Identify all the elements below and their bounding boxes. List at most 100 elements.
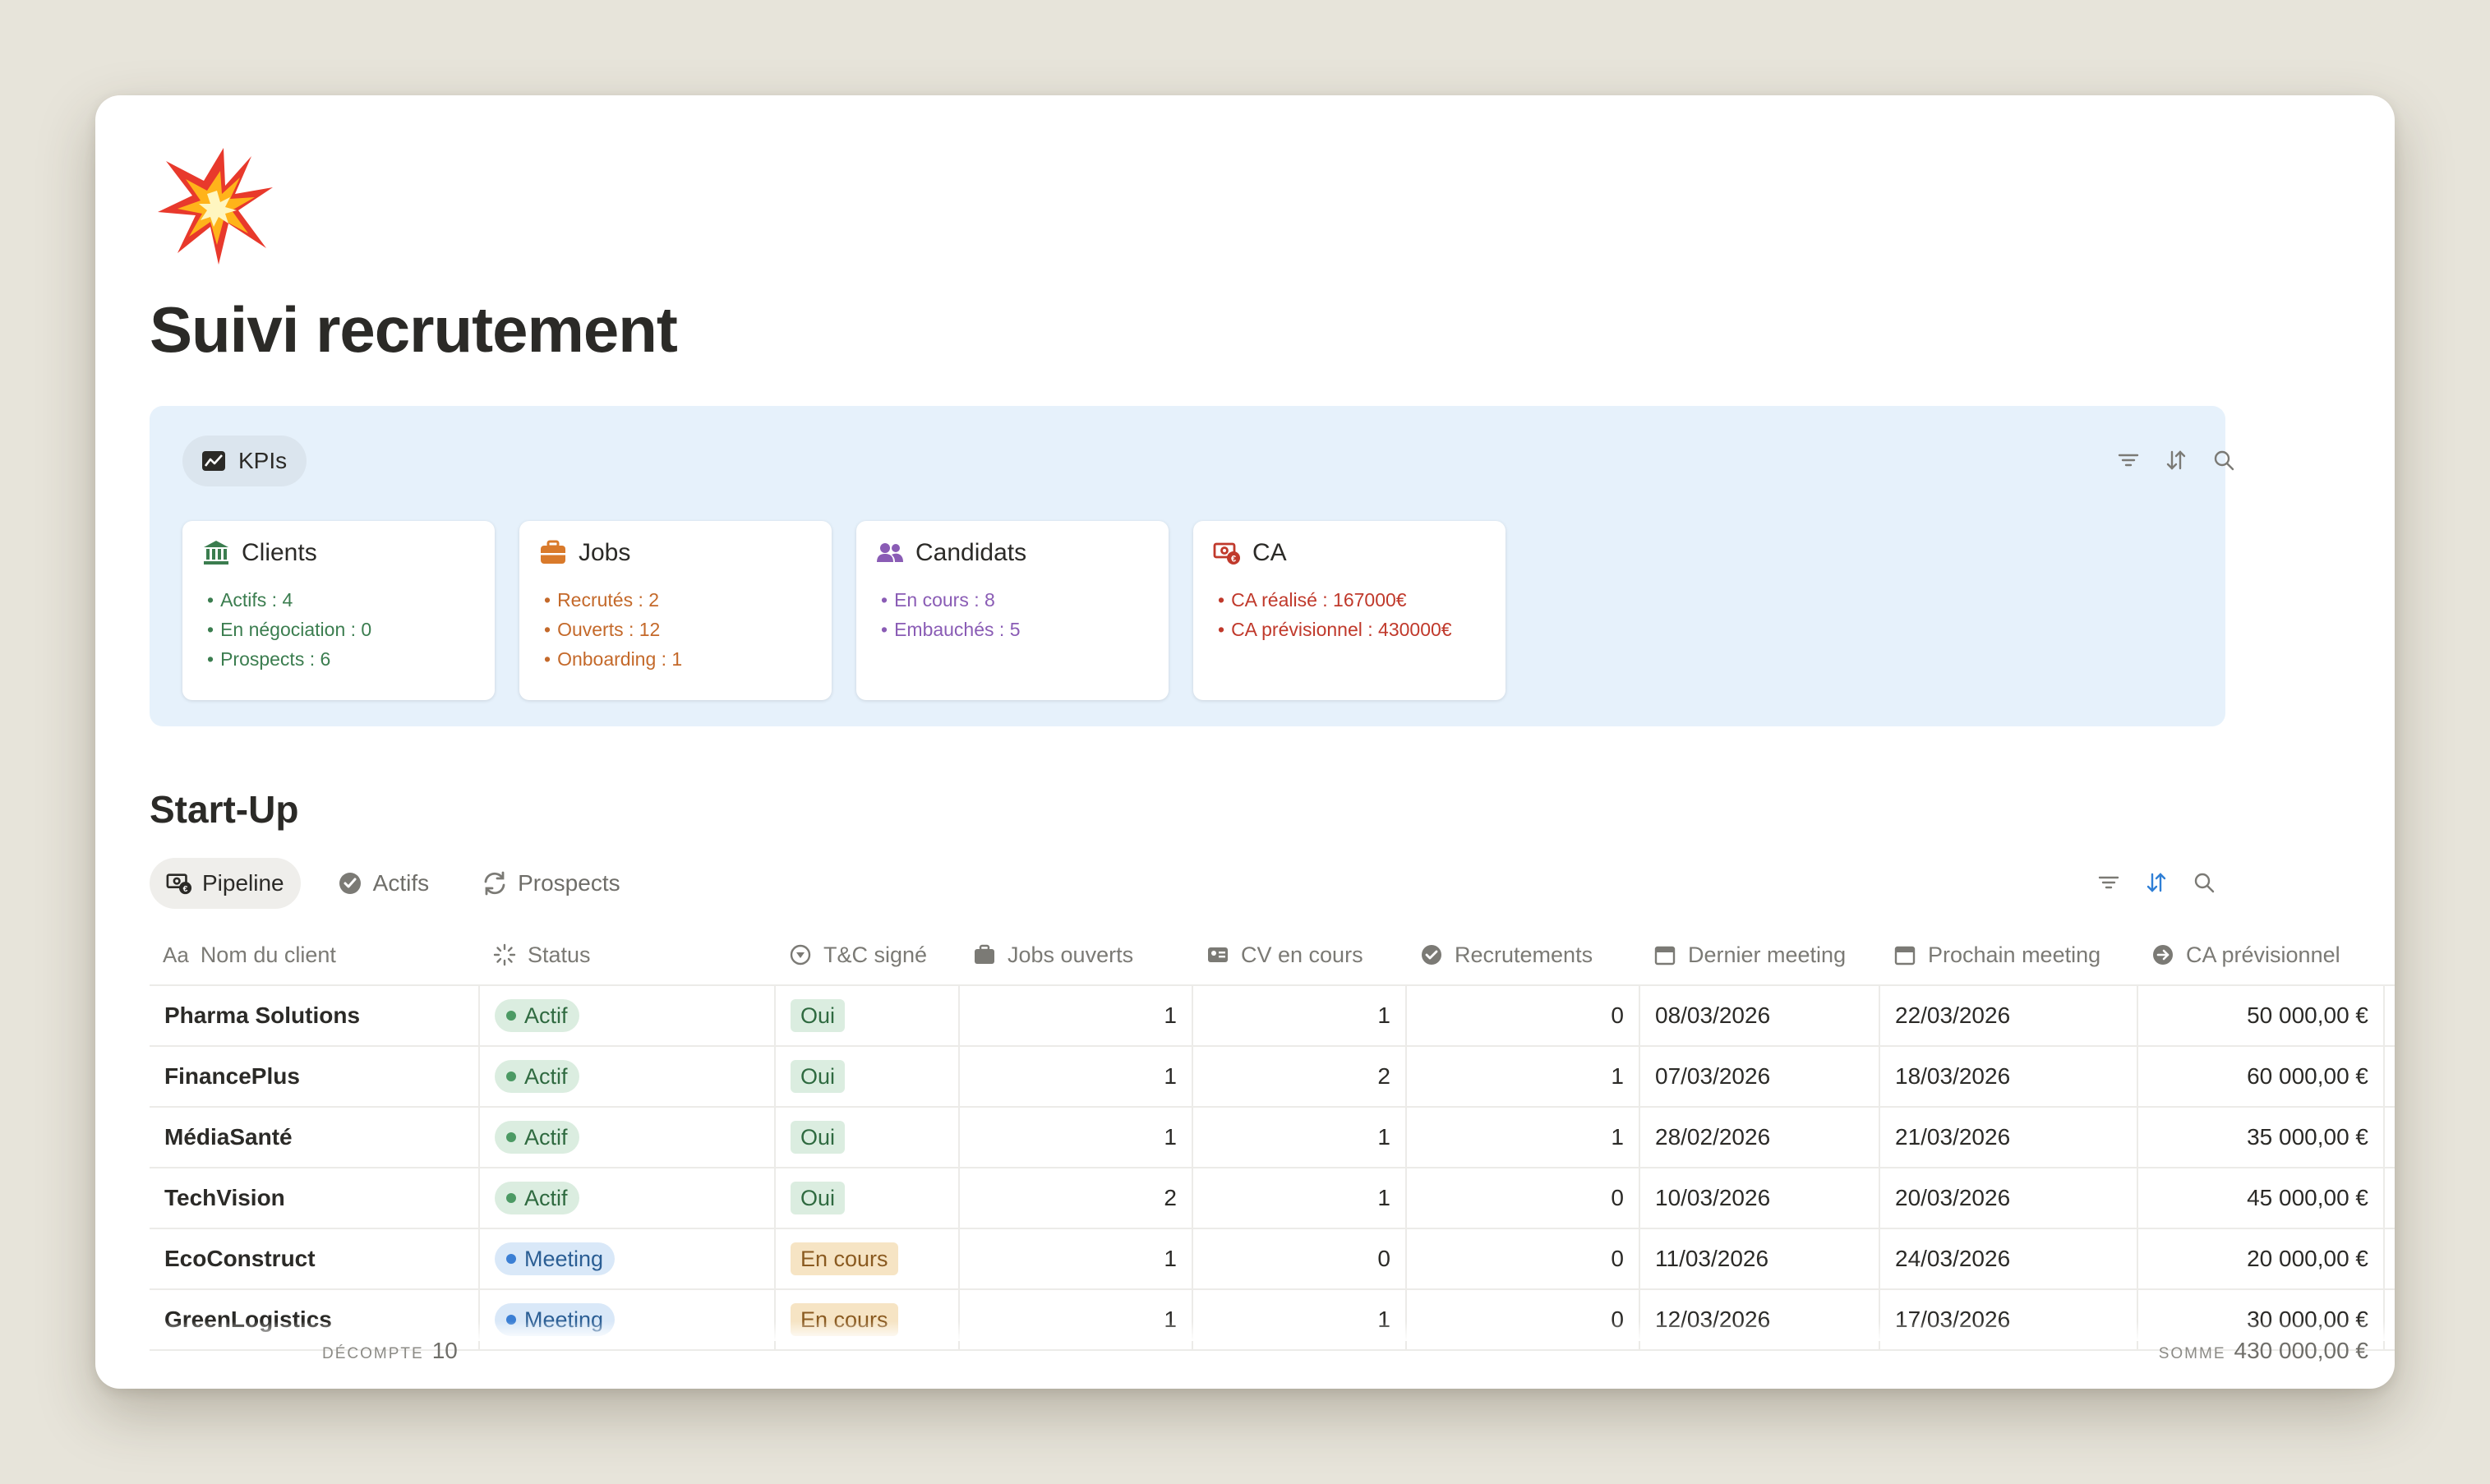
- last-meeting-cell[interactable]: 11/03/2026: [1640, 1229, 1880, 1288]
- search-icon[interactable]: [2212, 449, 2235, 472]
- kpi-item: En négociation : 0: [207, 615, 475, 644]
- last-meeting-cell[interactable]: 28/02/2026: [1640, 1108, 1880, 1167]
- table-row[interactable]: TechVision Actif Oui 2 1 0 10/03/2026 20…: [150, 1168, 2395, 1229]
- briefcase-icon: [975, 944, 994, 964]
- recrutements-cell[interactable]: 1: [1407, 1108, 1640, 1167]
- recrutements-cell[interactable]: 0: [1407, 986, 1640, 1045]
- tab-kpis[interactable]: KPIs: [182, 436, 307, 486]
- cv-cell[interactable]: 1: [1193, 1168, 1407, 1228]
- collision-emoji-icon[interactable]: [153, 145, 276, 268]
- next-meeting-cell[interactable]: 22/03/2026: [1880, 986, 2138, 1045]
- column-header-jobs[interactable]: Jobs ouverts: [960, 925, 1193, 984]
- kpi-toolbar: [2117, 449, 2235, 472]
- column-label: Prochain meeting: [1928, 942, 2101, 967]
- kpi-item: CA prévisionnel : 430000€: [1218, 615, 1486, 644]
- sort-icon[interactable]: [2145, 871, 2168, 894]
- tab-label: Prospects: [518, 870, 620, 896]
- client-name[interactable]: Pharma Solutions: [150, 986, 480, 1045]
- count-value: 10: [431, 1338, 458, 1363]
- chart-icon: [202, 451, 225, 471]
- tc-cell[interactable]: Oui: [776, 1168, 960, 1228]
- jobs-cell[interactable]: 2: [960, 1168, 1193, 1228]
- tab-pipeline[interactable]: € Pipeline: [150, 858, 301, 909]
- table-row[interactable]: Pharma Solutions Actif Oui 1 1 0 08/03/2…: [150, 986, 2395, 1047]
- column-header-nom[interactable]: Aa Nom du client: [150, 925, 480, 984]
- column-header-ca[interactable]: CA prévisionnel: [2138, 925, 2385, 984]
- table-row[interactable]: EcoConstruct Meeting En cours 1 0 0 11/0…: [150, 1229, 2395, 1290]
- column-header-cv[interactable]: CV en cours: [1193, 925, 1407, 984]
- jobs-cell[interactable]: 1: [960, 986, 1193, 1045]
- status-label: Meeting: [524, 1246, 604, 1271]
- table-row[interactable]: MédiaSanté Actif Oui 1 1 1 28/02/2026 21…: [150, 1108, 2395, 1168]
- sum-summary[interactable]: SOMME 430 000,00 €: [2159, 1338, 2368, 1364]
- recrutements-cell[interactable]: 0: [1407, 1229, 1640, 1288]
- jobs-cell[interactable]: 1: [960, 1229, 1193, 1288]
- status-badge: Meeting: [495, 1242, 616, 1275]
- column-header-tc[interactable]: T&C signé: [776, 925, 960, 984]
- jobs-cell[interactable]: 1: [960, 1047, 1193, 1106]
- tab-prospects[interactable]: Prospects: [465, 858, 637, 909]
- sort-icon[interactable]: [2165, 449, 2188, 472]
- kpi-card-title: Clients: [242, 539, 317, 566]
- column-label: T&C signé: [823, 942, 928, 967]
- last-meeting-cell[interactable]: 10/03/2026: [1640, 1168, 1880, 1228]
- kpi-card-candidats[interactable]: Candidats En cours : 8 Embauchés : 5: [856, 521, 1169, 700]
- column-header-prochain-meeting[interactable]: Prochain meeting: [1880, 925, 2138, 984]
- kpi-card-title: Candidats: [915, 539, 1027, 566]
- next-meeting-cell[interactable]: 20/03/2026: [1880, 1168, 2138, 1228]
- client-name[interactable]: TechVision: [150, 1168, 480, 1228]
- tc-cell[interactable]: En cours: [776, 1229, 960, 1288]
- ca-cell[interactable]: 60 000,00 €: [2138, 1047, 2385, 1106]
- kpi-item: Actifs : 4: [207, 585, 475, 615]
- kpi-cards: Clients Actifs : 4 En négociation : 0 Pr…: [182, 521, 1506, 700]
- cv-cell[interactable]: 1: [1193, 986, 1407, 1045]
- status-cell[interactable]: Actif: [480, 1168, 776, 1228]
- kpi-card-ca[interactable]: € CA CA réalisé : 167000€ CA prévisionne…: [1193, 521, 1506, 700]
- next-meeting-cell[interactable]: 21/03/2026: [1880, 1108, 2138, 1167]
- tab-actifs[interactable]: Actifs: [320, 858, 445, 909]
- status-cell[interactable]: Actif: [480, 1108, 776, 1167]
- status-cell[interactable]: Actif: [480, 986, 776, 1045]
- status-cell[interactable]: Actif: [480, 1047, 776, 1106]
- table-header: Aa Nom du client Status T&C signé Jobs o…: [150, 925, 2395, 986]
- cv-cell[interactable]: 1: [1193, 1108, 1407, 1167]
- client-name[interactable]: MédiaSanté: [150, 1108, 480, 1167]
- last-meeting-cell[interactable]: 07/03/2026: [1640, 1047, 1880, 1106]
- column-label: Dernier meeting: [1688, 942, 1847, 967]
- bank-icon: [204, 541, 228, 565]
- cv-cell[interactable]: 0: [1193, 1229, 1407, 1288]
- calendar-icon: [1654, 946, 1676, 966]
- kpi-item: Prospects : 6: [207, 644, 475, 674]
- column-header-dernier-meeting[interactable]: Dernier meeting: [1640, 925, 1880, 984]
- tab-label: Pipeline: [202, 870, 284, 896]
- next-meeting-cell[interactable]: 18/03/2026: [1880, 1047, 2138, 1106]
- recrutements-cell[interactable]: 0: [1407, 1168, 1640, 1228]
- count-label: DÉCOMPTE: [322, 1345, 424, 1362]
- filter-icon[interactable]: [2097, 871, 2120, 894]
- next-meeting-cell[interactable]: 24/03/2026: [1880, 1229, 2138, 1288]
- recrutements-cell[interactable]: 1: [1407, 1047, 1640, 1106]
- ca-cell[interactable]: 45 000,00 €: [2138, 1168, 2385, 1228]
- client-name[interactable]: FinancePlus: [150, 1047, 480, 1106]
- search-icon[interactable]: [2193, 871, 2216, 894]
- status-cell[interactable]: Meeting: [480, 1229, 776, 1288]
- table-footer: DÉCOMPTE 10 SOMME 430 000,00 €: [95, 1338, 2395, 1367]
- tc-cell[interactable]: Oui: [776, 1108, 960, 1167]
- status-icon: [493, 943, 516, 966]
- table-row[interactable]: FinancePlus Actif Oui 1 2 1 07/03/2026 1…: [150, 1047, 2395, 1108]
- kpi-card-jobs[interactable]: Jobs Recrutés : 2 Ouverts : 12 Onboardin…: [519, 521, 832, 700]
- count-summary[interactable]: DÉCOMPTE 10: [322, 1338, 458, 1364]
- column-header-status[interactable]: Status: [480, 925, 776, 984]
- client-name[interactable]: EcoConstruct: [150, 1229, 480, 1288]
- filter-icon[interactable]: [2117, 449, 2140, 472]
- last-meeting-cell[interactable]: 08/03/2026: [1640, 986, 1880, 1045]
- column-header-recrutements[interactable]: Recrutements: [1407, 925, 1640, 984]
- ca-cell[interactable]: 50 000,00 €: [2138, 986, 2385, 1045]
- ca-cell[interactable]: 20 000,00 €: [2138, 1229, 2385, 1288]
- ca-cell[interactable]: 35 000,00 €: [2138, 1108, 2385, 1167]
- jobs-cell[interactable]: 1: [960, 1108, 1193, 1167]
- kpi-card-clients[interactable]: Clients Actifs : 4 En négociation : 0 Pr…: [182, 521, 495, 700]
- tc-cell[interactable]: Oui: [776, 1047, 960, 1106]
- tc-cell[interactable]: Oui: [776, 986, 960, 1045]
- cv-cell[interactable]: 2: [1193, 1047, 1407, 1106]
